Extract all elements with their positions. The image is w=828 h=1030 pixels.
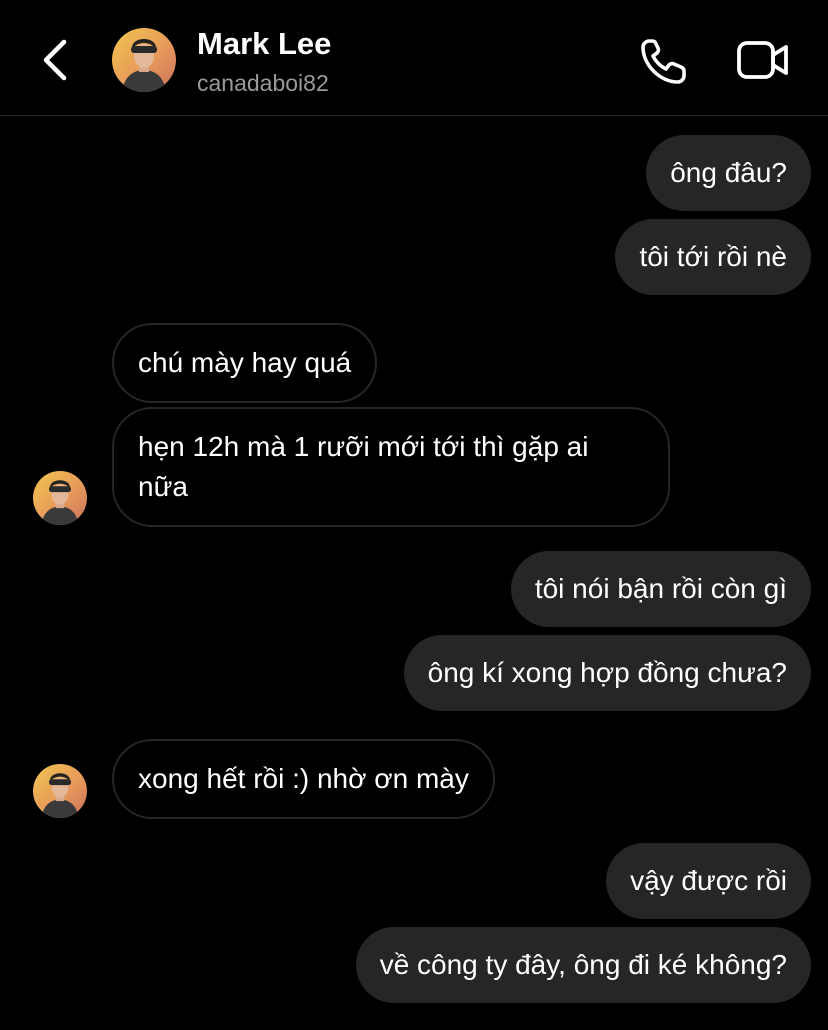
sender-avatar[interactable] bbox=[33, 764, 87, 818]
video-call-button[interactable] bbox=[736, 38, 790, 82]
contact-avatar[interactable] bbox=[112, 28, 176, 92]
incoming-message[interactable]: xong hết rồi :) nhờ ơn mày bbox=[112, 739, 495, 819]
back-button[interactable] bbox=[38, 38, 72, 82]
outgoing-message[interactable]: vậy được rồi bbox=[606, 843, 811, 919]
incoming-message[interactable]: chú mày hay quá bbox=[112, 323, 378, 403]
phone-icon bbox=[641, 39, 686, 84]
audio-call-button[interactable] bbox=[640, 37, 690, 85]
outgoing-message[interactable]: ông đâu? bbox=[646, 135, 811, 211]
outgoing-message[interactable]: về công ty đây, ông đi ké không? bbox=[355, 927, 811, 1003]
outgoing-message[interactable]: tôi tới rồi nè bbox=[615, 219, 811, 295]
contact-username: canadaboi82 bbox=[197, 70, 329, 96]
outgoing-message[interactable]: ông kí xong hợp đồng chưa? bbox=[403, 635, 811, 711]
contact-name[interactable]: Mark Lee bbox=[197, 26, 331, 62]
incoming-message[interactable]: hẹn 12h mà 1 rưỡi mới tới thì gặp ai nữa bbox=[112, 407, 670, 527]
chat-header: Mark Lee canadaboi82 bbox=[0, 0, 828, 116]
outgoing-message[interactable]: tôi nói bận rồi còn gì bbox=[510, 551, 811, 627]
chevron-left-icon bbox=[43, 39, 67, 81]
video-camera-icon bbox=[737, 41, 788, 79]
sender-avatar[interactable] bbox=[33, 471, 87, 525]
